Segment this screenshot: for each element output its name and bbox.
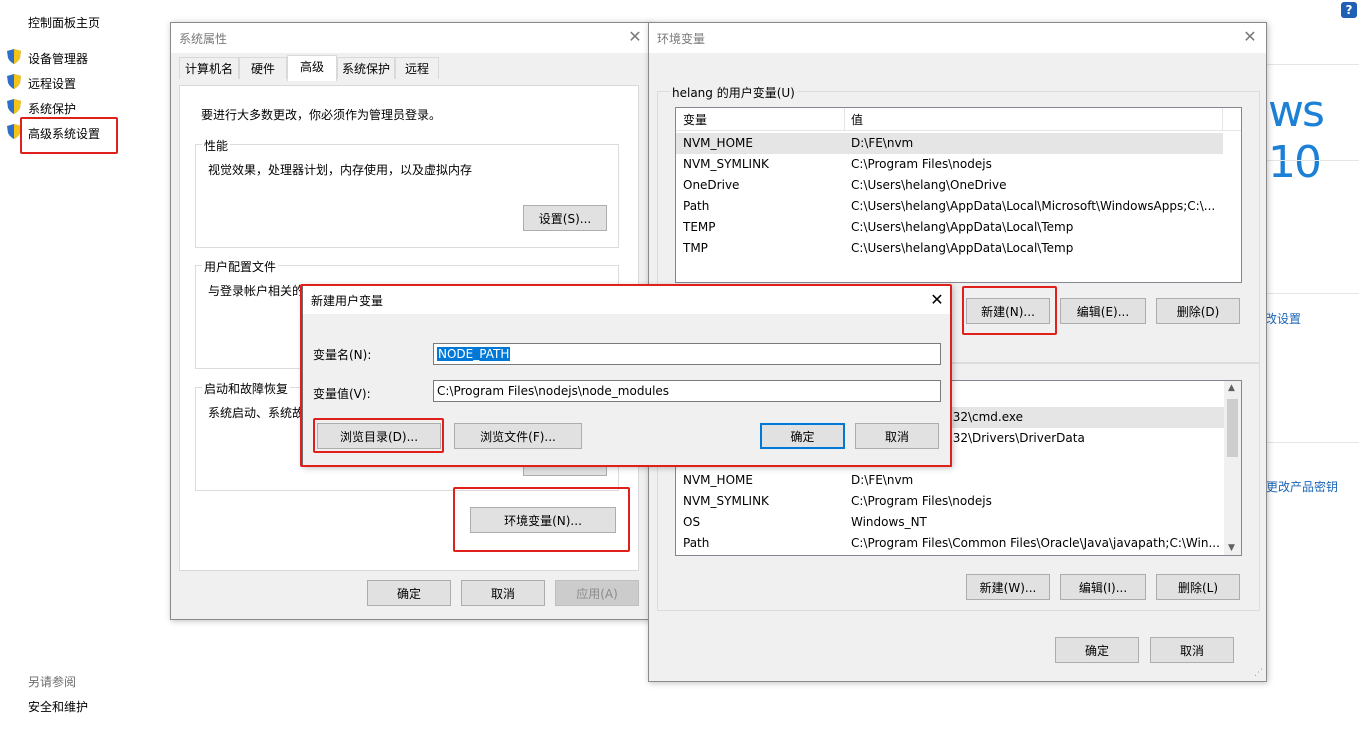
change-settings-link[interactable]: 改设置 [1265,310,1301,327]
divider [1266,160,1359,161]
cancel-button[interactable]: 取消 [461,580,545,606]
variable-value: m32\Drivers\DriverData [941,431,1085,445]
variable-name: TEMP [683,220,716,234]
see-also-heading: 另请参阅 [28,675,77,689]
variable-value: m32\cmd.exe [941,410,1024,424]
scroll-down-icon[interactable]: ▼ [1228,543,1235,553]
divider [1266,293,1359,294]
system-edit-button[interactable]: 编辑(I)... [1060,574,1146,600]
highlight-box [453,487,630,552]
list-item[interactable]: OneDrive C:\Users\helang\OneDrive [676,175,1241,196]
list-header: 变量 值 [676,108,1241,131]
change-product-key-link[interactable]: 更改产品密钥 [1266,478,1338,495]
tab-computer-name[interactable]: 计算机名 [179,57,239,79]
control-panel-home-link[interactable]: 控制面板主页 [28,14,100,31]
group-label: 性能 [202,137,231,154]
user-delete-button[interactable]: 删除(D) [1156,298,1240,324]
dialog-title: 环境变量 [657,32,706,46]
tab-system-protection[interactable]: 系统保护 [337,57,395,79]
variable-value: C:\Users\helang\AppData\Local\Temp [851,220,1074,234]
divider [1266,64,1359,65]
variable-value: D:\FE\nvm [851,136,914,150]
security-maintenance-link[interactable]: 安全和维护 [28,698,88,715]
help-icon[interactable]: ? [1341,2,1357,18]
highlight-box [313,418,444,453]
performance-group: 性能 视觉效果，处理器计划，内存使用，以及虚拟内存 设置(S)... [195,137,619,248]
list-item[interactable]: TEMP C:\Users\helang\AppData\Local\Temp [676,217,1241,238]
list-item[interactable]: Path C:\Users\helang\AppData\Local\Micro… [676,196,1241,217]
list-item[interactable]: NVM_HOME D:\FE\nvm [676,133,1223,154]
title-bar: 系统属性 ✕ [171,23,651,53]
scrollbar[interactable]: ▲ ▼ [1224,381,1241,555]
column-separator[interactable] [844,108,845,130]
variable-name: NVM_SYMLINK [683,494,769,508]
list-item[interactable]: OS Windows_NT [676,512,1224,533]
variable-value: C:\Program Files\nodejs [851,494,992,508]
system-delete-button[interactable]: 删除(L) [1156,574,1240,600]
tab-remote[interactable]: 远程 [395,57,439,79]
variable-value: C:\Program Files\nodejs [851,157,992,171]
list-item[interactable]: NVM_SYMLINK C:\Program Files\nodejs [676,491,1224,512]
variable-value: D:\FE\nvm [851,473,914,487]
variable-value: C:\Users\helang\AppData\Local\Microsoft\… [851,199,1216,213]
group-label: 启动和故障恢复 [202,380,291,397]
scroll-up-icon[interactable]: ▲ [1228,383,1235,393]
list-item[interactable]: NVM_SYMLINK C:\Program Files\nodejs [676,154,1241,175]
remote-settings-link[interactable]: 远程设置 [28,75,76,92]
variable-name: OneDrive [683,178,740,192]
list-item[interactable]: TMP C:\Users\helang\AppData\Local\Temp [676,238,1241,259]
resize-grip-icon[interactable]: ⋰ [1254,668,1263,678]
variable-name: NVM_HOME [683,136,753,150]
variable-value: C:\Users\helang\AppData\Local\Temp [851,241,1074,255]
system-protection-link[interactable]: 系统保护 [28,100,76,117]
list-item[interactable]: NVM_HOME D:\FE\nvm [676,470,1224,491]
variable-name: Path [683,199,710,213]
tab-advanced[interactable]: 高级 [287,55,337,81]
column-separator[interactable] [1222,108,1223,130]
ok-button[interactable]: 确定 [367,580,451,606]
device-manager-link[interactable]: 设备管理器 [28,50,88,67]
variable-name: OS [683,515,701,529]
shield-icon [7,124,21,139]
tab-hardware[interactable]: 硬件 [239,57,287,79]
shield-icon [7,74,21,89]
close-icon[interactable]: ✕ [625,27,645,47]
dialog-title: 系统属性 [179,32,228,46]
column-header-value[interactable]: 值 [851,111,863,128]
variable-value: C:\Program Files\Common Files\Oracle\Jav… [851,536,1220,550]
list-item[interactable]: Path C:\Program Files\Common Files\Oracl… [676,533,1224,554]
variable-value: Windows_NT [851,515,927,529]
shield-icon [7,99,21,114]
variable-name: Path [683,536,710,550]
system-new-button[interactable]: 新建(W)... [966,574,1050,600]
admin-note: 要进行大多数更改，你必须作为管理员登录。 [201,108,442,122]
user-variables-list[interactable]: 变量 值 NVM_HOME D:\FE\nvm NVM_SYMLINK C:\P… [675,107,1242,283]
variable-value: C:\Users\helang\OneDrive [851,178,1007,192]
highlight-box [962,286,1057,335]
group-label: helang 的用户变量(U) [670,84,797,101]
cancel-button[interactable]: 取消 [1150,637,1234,663]
apply-button[interactable]: 应用(A) [555,580,639,606]
performance-desc: 视觉效果，处理器计划，内存使用，以及虚拟内存 [208,163,473,177]
title-bar: 环境变量 ✕ [649,23,1266,53]
variable-name: NVM_SYMLINK [683,157,769,171]
highlight-box [20,117,118,154]
group-label: 用户配置文件 [202,258,279,275]
scroll-thumb[interactable] [1227,399,1238,457]
divider [1266,442,1359,443]
performance-settings-button[interactable]: 设置(S)... [523,205,607,231]
user-edit-button[interactable]: 编辑(E)... [1060,298,1146,324]
windows-logo-text: ws 10 [1268,86,1325,188]
close-icon[interactable]: ✕ [1240,27,1260,47]
column-header-variable[interactable]: 变量 [683,111,707,128]
variable-name: TMP [683,241,708,255]
variable-name: NVM_HOME [683,473,753,487]
ok-button[interactable]: 确定 [1055,637,1139,663]
shield-icon [7,49,21,64]
